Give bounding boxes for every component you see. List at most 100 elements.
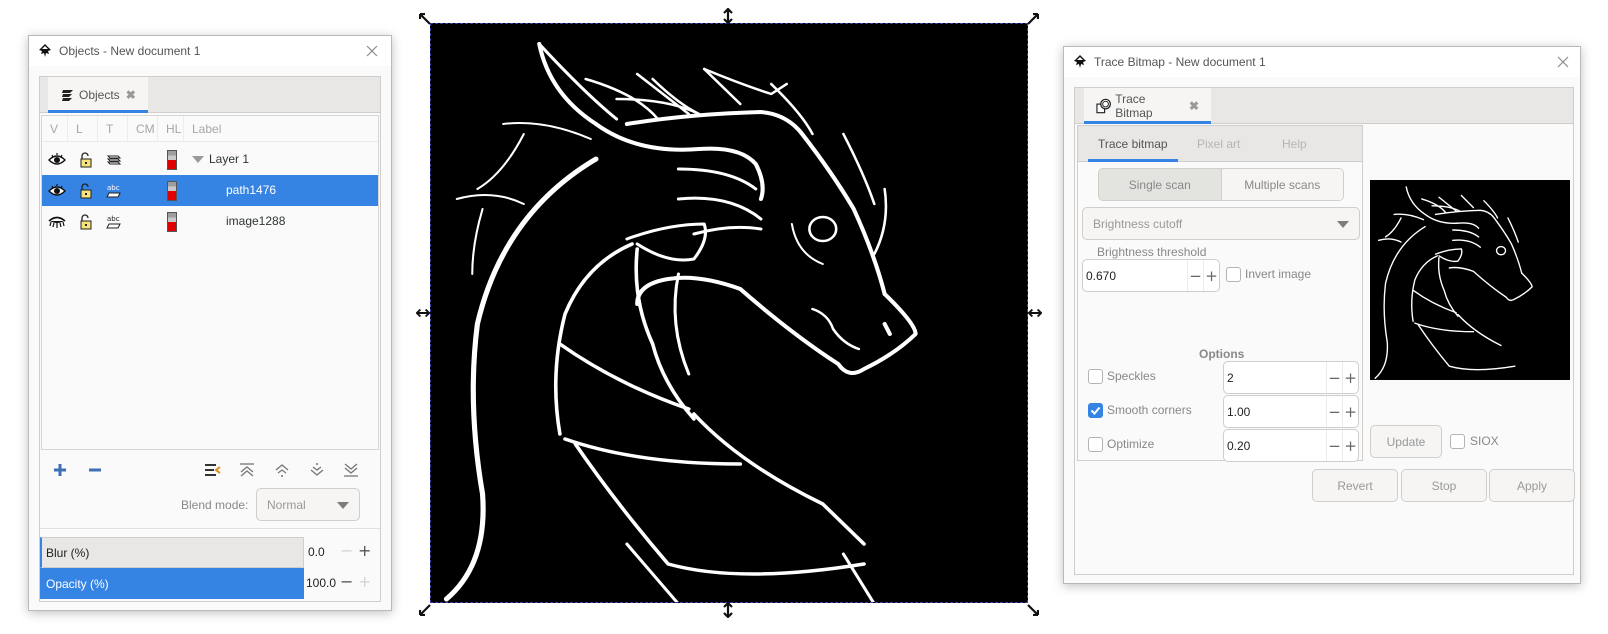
layer-menu-icon[interactable] <box>203 460 223 480</box>
col-header-locked[interactable]: L <box>68 116 98 141</box>
col-header-label[interactable]: Label <box>184 116 378 141</box>
highlight-color-swatch[interactable] <box>164 206 180 237</box>
scale-handle-right[interactable] <box>1028 306 1042 320</box>
optimize-spinbox[interactable]: 0.20 − + <box>1223 429 1359 462</box>
threshold-decrement-button[interactable]: − <box>1187 260 1203 291</box>
opacity-label: Opacity (%) <box>46 576 109 591</box>
col-header-visible[interactable]: V <box>42 116 68 141</box>
speckles-checkbox[interactable] <box>1088 369 1103 384</box>
canvas-image[interactable] <box>430 23 1028 603</box>
row-label[interactable]: Layer 1 <box>209 152 249 166</box>
speckles-value[interactable]: 2 <box>1224 371 1326 385</box>
scale-handle-top[interactable] <box>721 8 735 24</box>
detection-mode-select[interactable]: Brightness cutoff <box>1082 207 1360 240</box>
optimize-checkbox[interactable] <box>1088 437 1103 452</box>
detection-mode-value: Brightness cutoff <box>1093 216 1183 231</box>
smooth-corners-label[interactable]: Smooth corners <box>1107 403 1192 417</box>
brightness-threshold-label: Brightness threshold <box>1097 245 1207 259</box>
col-header-type[interactable]: T <box>98 116 128 141</box>
row-label[interactable]: path1476 <box>226 183 276 197</box>
scale-handle-left[interactable] <box>416 306 430 320</box>
blur-slider[interactable]: Blur (%) <box>40 537 304 568</box>
trace-titlebar[interactable]: Trace Bitmap - New document 1 <box>1064 47 1580 77</box>
opacity-value[interactable]: 100.0 <box>306 576 336 590</box>
speckles-spinbox[interactable]: 2 − + <box>1223 361 1359 394</box>
invert-image-label[interactable]: Invert image <box>1245 267 1311 281</box>
tab-close-icon[interactable]: ✖ <box>126 88 136 102</box>
invert-image-checkbox[interactable] <box>1226 267 1241 282</box>
tree-row-image[interactable]: abc image1288 <box>42 206 378 237</box>
speckles-label[interactable]: Speckles <box>1107 369 1156 383</box>
tab-objects[interactable]: Objects ✖ <box>48 77 148 113</box>
blend-mode-select[interactable]: Normal <box>256 488 360 521</box>
remove-icon[interactable] <box>85 460 105 480</box>
dragon-artwork <box>443 42 918 602</box>
smooth-corners-spinbox[interactable]: 1.00 − + <box>1223 395 1359 428</box>
lock-open-icon[interactable] <box>76 175 96 206</box>
scale-handle-bottom-right[interactable] <box>1026 603 1040 617</box>
opacity-decrement-button[interactable]: − <box>340 574 353 590</box>
smooth-corners-decrement-button[interactable]: − <box>1326 396 1342 427</box>
col-header-clipmask[interactable]: CM <box>128 116 158 141</box>
lower-to-bottom-icon[interactable] <box>341 460 361 480</box>
siox-checkbox[interactable] <box>1450 434 1465 449</box>
optimize-label[interactable]: Optimize <box>1107 437 1154 451</box>
scale-handle-top-left[interactable] <box>418 12 432 26</box>
scale-handle-bottom[interactable] <box>721 602 735 618</box>
eye-open-icon[interactable] <box>47 175 67 206</box>
blur-increment-button[interactable]: + <box>358 543 371 559</box>
eye-open-icon[interactable] <box>47 144 67 175</box>
svg-text:abc: abc <box>107 184 120 192</box>
speckles-decrement-button[interactable]: − <box>1326 362 1342 393</box>
tab-trace-bitmap[interactable]: Trace Bitmap ✖ <box>1084 88 1211 124</box>
tab-objects-label: Objects <box>79 88 120 102</box>
subtab-trace-bitmap[interactable]: Trace bitmap <box>1088 126 1178 162</box>
lower-icon[interactable] <box>307 460 327 480</box>
brightness-threshold-value[interactable]: 0.670 <box>1083 269 1187 283</box>
revert-button[interactable]: Revert <box>1312 469 1398 502</box>
tab-close-icon[interactable]: ✖ <box>1189 99 1199 113</box>
col-header-highlight[interactable]: HL <box>158 116 184 141</box>
brightness-threshold-spinbox[interactable]: 0.670 − + <box>1082 259 1220 292</box>
tree-row-layer[interactable]: Layer 1 <box>42 144 378 175</box>
smooth-corners-increment-button[interactable]: + <box>1342 396 1358 427</box>
smooth-corners-checkbox[interactable] <box>1088 403 1103 418</box>
stop-button[interactable]: Stop <box>1401 469 1487 502</box>
smooth-corners-value[interactable]: 1.00 <box>1224 405 1326 419</box>
apply-button[interactable]: Apply <box>1489 469 1575 502</box>
highlight-color-swatch[interactable] <box>164 144 180 175</box>
close-icon[interactable] <box>363 42 381 60</box>
trace-options-panel: Trace bitmap Pixel art Help Single scan … <box>1077 125 1363 462</box>
scale-handle-top-right[interactable] <box>1026 12 1040 26</box>
optimize-value[interactable]: 0.20 <box>1224 439 1326 453</box>
add-icon[interactable] <box>50 460 70 480</box>
highlight-color-swatch[interactable] <box>164 175 180 206</box>
trace-bitmap-window: Trace Bitmap - New document 1 Trace Bitm… <box>1063 46 1581 584</box>
lock-open-icon[interactable] <box>76 206 96 237</box>
scale-handle-bottom-left[interactable] <box>418 603 432 617</box>
siox-label[interactable]: SIOX <box>1470 434 1499 448</box>
opacity-increment-button[interactable]: + <box>358 574 371 590</box>
eye-closed-icon[interactable] <box>47 206 67 237</box>
lock-open-icon[interactable] <box>76 144 96 175</box>
close-icon[interactable] <box>1554 53 1572 71</box>
tree-row-path[interactable]: abc path1476 <box>42 175 378 206</box>
blur-value[interactable]: 0.0 <box>308 545 325 559</box>
trace-subtab-bar: Trace bitmap Pixel art Help <box>1078 126 1362 162</box>
subtab-help[interactable]: Help <box>1282 126 1307 162</box>
row-label[interactable]: image1288 <box>226 214 285 228</box>
speckles-increment-button[interactable]: + <box>1342 362 1358 393</box>
single-scan-button[interactable]: Single scan <box>1099 169 1221 200</box>
objects-titlebar[interactable]: Objects - New document 1 <box>29 36 391 66</box>
update-button[interactable]: Update <box>1370 425 1442 458</box>
raise-icon[interactable] <box>272 460 292 480</box>
subtab-pixel-art[interactable]: Pixel art <box>1197 126 1240 162</box>
raise-to-top-icon[interactable] <box>237 460 257 480</box>
expand-arrow-icon[interactable] <box>192 156 204 163</box>
opacity-slider[interactable]: Opacity (%) <box>40 568 304 599</box>
blur-decrement-button[interactable]: − <box>340 543 353 559</box>
multiple-scans-button[interactable]: Multiple scans <box>1220 169 1343 200</box>
optimize-increment-button[interactable]: + <box>1342 430 1358 461</box>
threshold-increment-button[interactable]: + <box>1203 260 1219 291</box>
optimize-decrement-button[interactable]: − <box>1326 430 1342 461</box>
